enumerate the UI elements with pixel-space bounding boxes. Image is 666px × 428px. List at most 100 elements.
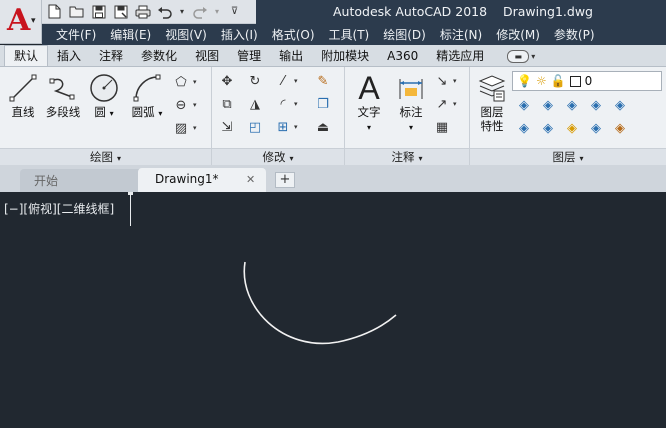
drawn-arc[interactable] <box>243 261 397 345</box>
layer-match-icon[interactable]: ◈ <box>611 96 629 114</box>
layer-dropdown[interactable]: 💡 ☼ 🔓 0 <box>512 71 662 91</box>
text-button[interactable]: A 文字 ▾ <box>351 70 387 135</box>
new-tab-button[interactable]: + <box>275 172 295 188</box>
layer-lock-icon[interactable]: ◈ <box>587 96 605 114</box>
new-file-icon[interactable] <box>46 3 63 20</box>
circle-button[interactable]: 圆 ▾ <box>86 71 122 121</box>
menu-format[interactable]: 格式(O) <box>258 26 315 43</box>
layer-off-icon[interactable]: ◈ <box>515 96 533 114</box>
save-icon[interactable] <box>90 3 107 20</box>
chevron-down-icon[interactable]: ▾ <box>178 3 186 20</box>
layers-panel-title[interactable]: 图层 ▾ <box>470 148 666 165</box>
chevron-down-icon[interactable]: ▾ <box>453 77 457 85</box>
linear-dimension-icon[interactable]: ↘ <box>433 72 451 90</box>
hatch-icon[interactable]: ▨ <box>172 119 190 137</box>
layer-freeze-icon[interactable]: ◈ <box>563 96 581 114</box>
tab-output[interactable]: 输出 <box>270 46 312 66</box>
trim-icon[interactable]: ⁄ <box>274 72 292 90</box>
customize-toolbar-icon[interactable]: ⊽ <box>226 3 243 20</box>
tab-manage[interactable]: 管理 <box>228 46 270 66</box>
leader-icon[interactable]: ↗ <box>433 95 451 113</box>
lightbulb-icon[interactable]: 💡 <box>517 74 532 88</box>
open-file-icon[interactable] <box>68 3 85 20</box>
menu-modify[interactable]: 修改(M) <box>482 26 540 43</box>
erase-icon[interactable]: ✎ <box>314 72 332 90</box>
polyline-icon <box>49 78 75 100</box>
undo-icon[interactable] <box>156 3 173 20</box>
stretch-icon[interactable]: ⇲ <box>218 118 236 136</box>
draw-panel-title-text: 绘图 <box>89 150 113 164</box>
app-name: Autodesk AutoCAD 2018 <box>333 4 488 19</box>
layer-properties-label-1: 图层 <box>480 105 504 119</box>
chevron-down-icon[interactable]: ▾ <box>193 101 197 109</box>
polygon-icon[interactable]: ⬠ <box>172 73 190 91</box>
tab-a360[interactable]: A360 <box>378 46 427 66</box>
chevron-down-icon[interactable]: ▾ <box>213 3 221 20</box>
move-icon[interactable]: ✥ <box>218 72 236 90</box>
layer-walk-icon[interactable]: ◈ <box>611 119 629 137</box>
rotate-icon[interactable]: ↻ <box>246 72 264 90</box>
print-icon[interactable] <box>134 3 151 20</box>
tab-start[interactable]: 开始 <box>20 169 148 192</box>
ribbon-minimize-toggle[interactable]: ▬ <box>507 50 530 63</box>
chevron-down-icon[interactable]: ▾ <box>193 124 197 132</box>
modify-panel-title[interactable]: 修改 ▾ <box>212 148 344 165</box>
drawing-canvas[interactable]: [−][俯视][二维线框] <box>0 192 666 428</box>
offset-icon[interactable]: ⏏ <box>314 118 332 136</box>
chevron-down-icon[interactable]: ▾ <box>193 78 197 86</box>
file-tabs-bar: 开始 Drawing1* ✕ + <box>0 165 666 192</box>
explode-icon[interactable]: ❐ <box>314 95 332 113</box>
sun-icon[interactable]: ☼ <box>536 74 547 88</box>
redo-icon[interactable] <box>191 3 208 20</box>
tab-insert[interactable]: 插入 <box>48 46 90 66</box>
tab-featured-apps[interactable]: 精选应用 <box>427 46 493 66</box>
mirror-icon[interactable]: ◮ <box>246 95 264 113</box>
table-icon[interactable]: ▦ <box>433 118 451 136</box>
layer-properties-button[interactable]: 图层 特性 <box>474 71 510 133</box>
menu-edit[interactable]: 编辑(E) <box>96 26 151 43</box>
polyline-button[interactable]: 多段线 <box>42 71 84 119</box>
tab-addins[interactable]: 附加模块 <box>312 46 378 66</box>
layer-unisolate-icon[interactable]: ◈ <box>539 119 557 137</box>
copy-icon[interactable]: ⧉ <box>218 95 236 113</box>
fillet-icon[interactable]: ◜ <box>274 95 292 113</box>
line-label: 直线 <box>11 105 35 119</box>
close-icon[interactable]: ✕ <box>246 173 255 186</box>
layer-on-icon[interactable]: ◈ <box>515 119 533 137</box>
application-menu-button[interactable]: A ▾ <box>0 0 42 44</box>
chevron-down-icon: ▾ <box>579 154 584 163</box>
tab-parametric[interactable]: 参数化 <box>132 46 186 66</box>
dimension-button[interactable]: 标注 ▾ <box>393 71 429 135</box>
annotation-panel-title[interactable]: 注释 ▾ <box>345 148 469 165</box>
draw-panel-title[interactable]: 绘图 ▾ <box>0 148 211 165</box>
menu-draw[interactable]: 绘图(D) <box>369 26 426 43</box>
text-label: 文字 ▾ <box>351 105 387 135</box>
chevron-down-icon[interactable]: ▾ <box>294 100 298 108</box>
chevron-down-icon[interactable]: ▾ <box>294 123 298 131</box>
menu-dimension[interactable]: 标注(N) <box>426 26 482 43</box>
ellipse-icon[interactable]: ⊖ <box>172 96 190 114</box>
arc-button[interactable]: 圆弧 ▾ <box>126 71 168 121</box>
scale-icon[interactable]: ◰ <box>246 118 264 136</box>
drawing-svg <box>128 192 397 345</box>
chevron-down-icon[interactable]: ▾ <box>531 52 535 61</box>
tab-annotate[interactable]: 注释 <box>90 46 132 66</box>
array-icon[interactable]: ⊞ <box>274 118 292 136</box>
chevron-down-icon[interactable]: ▾ <box>294 77 298 85</box>
layer-isolate-icon[interactable]: ◈ <box>539 96 557 114</box>
unlock-icon[interactable]: 🔓 <box>551 74 566 88</box>
chevron-down-icon: ▾ <box>31 16 36 26</box>
save-as-icon[interactable] <box>112 3 129 20</box>
menu-file[interactable]: 文件(F) <box>42 26 96 43</box>
menu-parametric[interactable]: 参数(P) <box>540 26 595 43</box>
menu-insert[interactable]: 插入(I) <box>207 26 258 43</box>
chevron-down-icon: ▾ <box>408 123 413 132</box>
tab-default[interactable]: 默认 <box>4 45 49 66</box>
layer-thaw-icon[interactable]: ◈ <box>563 119 581 137</box>
tab-view[interactable]: 视图 <box>186 46 228 66</box>
chevron-down-icon[interactable]: ▾ <box>453 100 457 108</box>
line-button[interactable]: 直线 <box>4 71 42 119</box>
layer-unlock-icon[interactable]: ◈ <box>587 119 605 137</box>
menu-tools[interactable]: 工具(T) <box>315 26 370 43</box>
menu-view[interactable]: 视图(V) <box>151 26 207 43</box>
